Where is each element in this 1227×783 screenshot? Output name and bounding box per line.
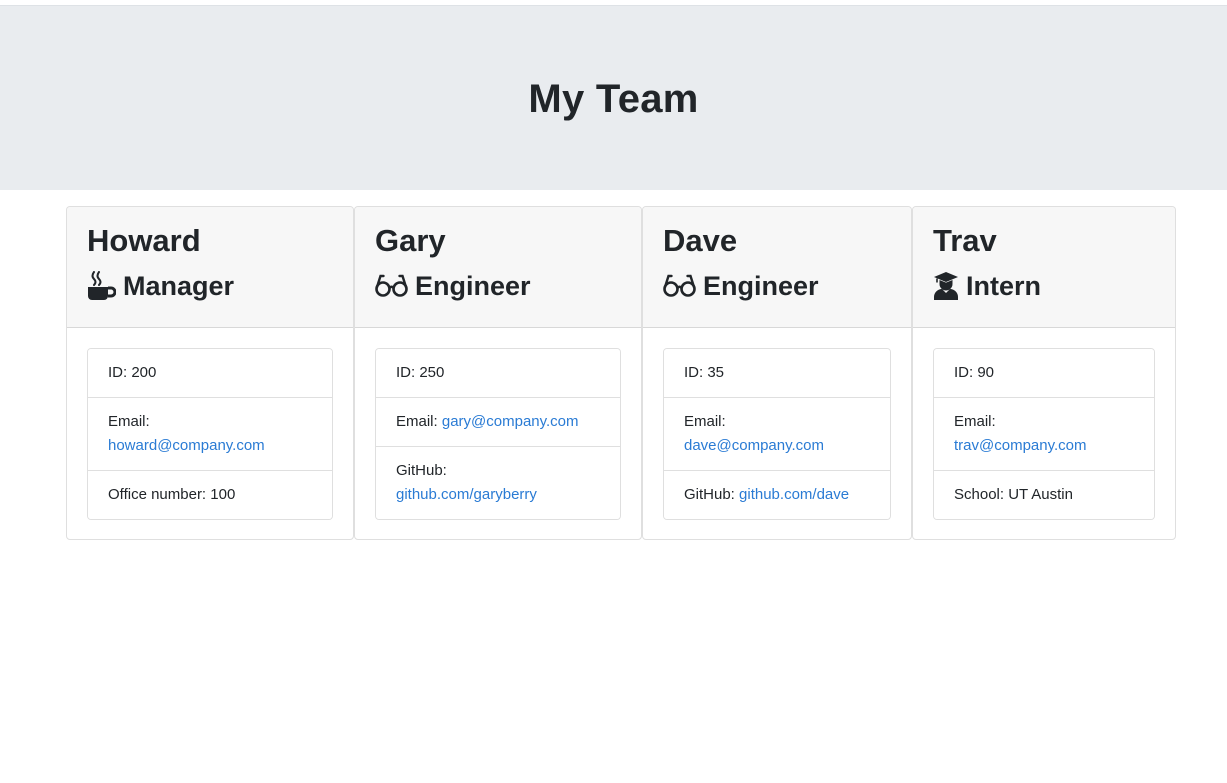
employee-github: GitHub: github.com/dave — [664, 470, 890, 519]
page-header: My Team — [0, 5, 1227, 190]
employee-email: Email: dave@company.com — [664, 397, 890, 470]
employee-role: Manager — [87, 270, 333, 302]
employee-name: Howard — [87, 223, 201, 258]
github-label: GitHub: — [684, 486, 735, 503]
employee-role-label: Engineer — [703, 271, 819, 301]
employee-name: Gary — [375, 223, 446, 258]
employee-card-gary: Gary Engineer ID: 250 Email: gary@compan… — [354, 206, 642, 540]
card-body: ID: 35 Email: dave@company.com GitHub: g… — [643, 328, 911, 520]
office-number: Office number: 100 — [88, 470, 332, 519]
card-body: ID: 250 Email: gary@company.com GitHub: … — [355, 328, 641, 520]
employee-details: ID: 35 Email: dave@company.com GitHub: g… — [663, 348, 891, 520]
employee-school: School: UT Austin — [934, 470, 1154, 519]
card-header: Trav Intern — [913, 207, 1175, 328]
employee-email: Email: gary@company.com — [376, 397, 620, 446]
github-label: GitHub: — [396, 462, 447, 479]
employee-email: Email: howard@company.com — [88, 397, 332, 470]
email-label: Email: — [954, 413, 996, 430]
employee-role: Engineer — [375, 270, 621, 302]
employee-card-howard: Howard Manager ID: 200 Email: howard@com… — [66, 206, 354, 540]
employee-details: ID: 90 Email: trav@company.com School: U… — [933, 348, 1155, 520]
mug-hot-icon — [87, 271, 116, 301]
email-link[interactable]: gary@company.com — [442, 413, 579, 430]
employee-role-label: Intern — [966, 271, 1042, 301]
employee-email: Email: trav@company.com — [934, 397, 1154, 470]
employee-role-label: Engineer — [415, 271, 531, 301]
employee-github: GitHub: github.com/garyberry — [376, 446, 620, 519]
employee-role: Intern — [933, 270, 1155, 302]
employee-id: ID: 200 — [88, 349, 332, 397]
card-body: ID: 90 Email: trav@company.com School: U… — [913, 328, 1175, 520]
employee-details: ID: 250 Email: gary@company.com GitHub: … — [375, 348, 621, 520]
employee-role-label: Manager — [123, 271, 235, 301]
glasses-icon — [375, 274, 408, 298]
card-header: Dave Engineer — [643, 207, 911, 328]
employee-id: ID: 90 — [934, 349, 1154, 397]
page-title: My Team — [528, 76, 699, 121]
card-body: ID: 200 Email: howard@company.com Office… — [67, 328, 353, 520]
employee-name: Dave — [663, 223, 738, 258]
email-link[interactable]: trav@company.com — [954, 437, 1087, 454]
email-link[interactable]: dave@company.com — [684, 437, 824, 454]
page: My Team Howard Manager ID: 200 Email: ho… — [0, 0, 1227, 783]
card-header: Gary Engineer — [355, 207, 641, 328]
user-graduate-icon — [933, 271, 959, 301]
github-link[interactable]: github.com/garyberry — [396, 486, 537, 503]
employee-card-trav: Trav Intern ID: 90 Email: trav@company.c… — [912, 206, 1176, 540]
card-header: Howard Manager — [67, 207, 353, 328]
email-label: Email: — [108, 413, 150, 430]
employee-role: Engineer — [663, 270, 891, 302]
glasses-icon — [663, 274, 696, 298]
email-link[interactable]: howard@company.com — [108, 437, 265, 454]
employee-card-dave: Dave Engineer ID: 35 Email: dave@company… — [642, 206, 912, 540]
email-label: Email: — [684, 413, 726, 430]
email-label: Email: — [396, 413, 438, 430]
employee-name: Trav — [933, 223, 997, 258]
employee-id: ID: 35 — [664, 349, 890, 397]
github-link[interactable]: github.com/dave — [739, 486, 849, 503]
employee-details: ID: 200 Email: howard@company.com Office… — [87, 348, 333, 520]
employee-id: ID: 250 — [376, 349, 620, 397]
